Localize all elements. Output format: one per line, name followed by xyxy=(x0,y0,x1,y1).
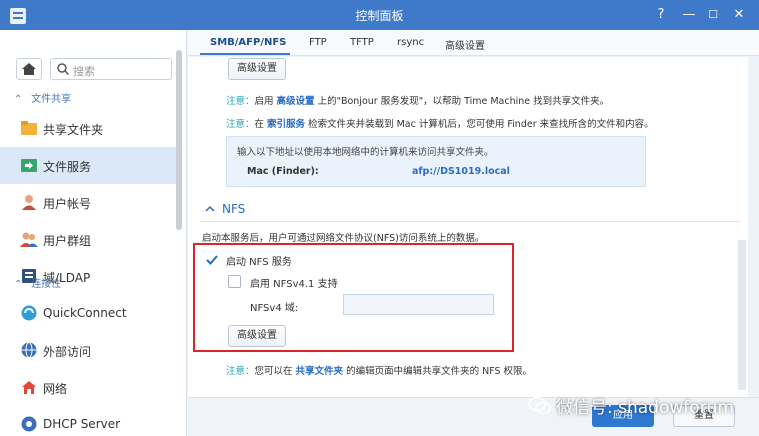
mac-finder-label: Mac (Finder): xyxy=(247,166,319,177)
dhcp-icon xyxy=(21,416,37,432)
active-tab-indicator xyxy=(200,53,290,55)
indexing-service-link[interactable]: 索引服务 xyxy=(267,119,305,130)
external-access-icon xyxy=(21,342,37,358)
tab-smb-afp-nfs[interactable]: SMB/AFP/NFS xyxy=(210,37,286,48)
quickconnect-icon xyxy=(21,305,37,321)
afp-note-bonjour: 注意：启用 高级设置 上的"Bonjour 服务发现"，以帮助 Time Mac… xyxy=(226,96,610,107)
tab-ftp[interactable]: FTP xyxy=(309,37,327,48)
group-file-sharing[interactable]: ⌃ 文件共享 xyxy=(14,90,71,105)
tab-tftp[interactable]: TFTP xyxy=(350,37,374,48)
sidebar-item-quickconnect[interactable]: QuickConnect xyxy=(0,295,176,332)
minimize-button[interactable]: — xyxy=(680,6,698,24)
close-button[interactable]: ✕ xyxy=(730,6,748,24)
sidebar-item-user[interactable]: 用户帐号 xyxy=(0,184,176,221)
group-connectivity[interactable]: ⌃ 连接性 xyxy=(14,275,61,290)
afp-advanced-button[interactable]: 高级设置 xyxy=(228,58,286,80)
enable-nfs-checkbox[interactable] xyxy=(205,253,218,266)
afp-address-hint: 输入以下地址以使用本地网络中的计算机来访问共享文件夹。 xyxy=(237,147,494,158)
search-icon xyxy=(57,63,70,76)
nfs-section-title: NFS xyxy=(222,202,246,216)
sidebar: 搜索 ⌃ 文件共享 共享文件夹 文件服务 用户帐号 用户群组 域/LDAP ⌃ … xyxy=(0,30,187,436)
sidebar-scrollbar[interactable] xyxy=(176,50,182,230)
mac-finder-address: afp://DS1019.local xyxy=(412,166,510,177)
title-bar: 控制面板 ? — ☐ ✕ xyxy=(0,0,759,30)
shared-folder-link[interactable]: 共享文件夹 xyxy=(296,366,344,377)
nfs-section-divider xyxy=(200,221,740,222)
wechat-icon xyxy=(528,396,551,415)
nfs-permission-note: 注意：您可以在 共享文件夹 的编辑页面中编辑共享文件夹的 NFS 权限。 xyxy=(226,366,533,377)
afp-note-indexing: 注意：在 索引服务 检索文件夹并装载到 Mac 计算机后，您可使用 Finder… xyxy=(226,119,654,130)
nfsv4-domain-label: NFSv4 域: xyxy=(250,303,299,314)
search-input[interactable]: 搜索 xyxy=(50,58,172,80)
checkmark-icon xyxy=(206,255,218,265)
sidebar-item-shared-folder[interactable]: 共享文件夹 xyxy=(0,110,176,147)
file-services-icon xyxy=(21,159,37,172)
sidebar-item-group[interactable]: 用户群组 xyxy=(0,221,176,258)
enable-nfsv41-label: 启用 NFSv4.1 支持 xyxy=(250,279,338,290)
content-scrollbar[interactable] xyxy=(738,240,746,390)
sidebar-item-network[interactable]: 网络 xyxy=(0,369,176,406)
advanced-settings-link[interactable]: 高级设置 xyxy=(277,96,315,107)
network-icon xyxy=(22,381,36,394)
sidebar-item-external-access[interactable]: 外部访问 xyxy=(0,332,176,369)
group-icon xyxy=(20,232,38,247)
user-icon xyxy=(22,195,36,210)
shared-folder-icon xyxy=(21,121,37,135)
enable-nfsv41-checkbox[interactable] xyxy=(228,275,241,288)
nfsv4-domain-input[interactable] xyxy=(343,294,494,315)
window-title: 控制面板 xyxy=(355,9,404,23)
chevron-up-icon[interactable] xyxy=(205,204,215,214)
nfs-advanced-button[interactable]: 高级设置 xyxy=(228,325,286,347)
search-placeholder: 搜索 xyxy=(73,65,95,78)
home-icon xyxy=(22,63,36,75)
nfs-description: 启动本服务后，用户可通过网络文件协议(NFS)访问系统上的数据。 xyxy=(202,233,485,244)
help-button[interactable]: ? xyxy=(652,6,670,24)
home-button[interactable] xyxy=(16,58,42,80)
enable-nfs-label: 启动 NFS 服务 xyxy=(226,257,292,268)
afp-address-box: 输入以下地址以使用本地网络中的计算机来访问共享文件夹。 Mac (Finder)… xyxy=(226,136,646,187)
sidebar-item-file-services[interactable]: 文件服务 xyxy=(0,147,176,184)
sidebar-item-dhcp-server[interactable]: DHCP Server xyxy=(0,406,176,436)
watermark-text: 微信号: shadowforum xyxy=(556,398,734,418)
tab-rsync[interactable]: rsync xyxy=(397,37,424,48)
tab-advanced[interactable]: 高级设置 xyxy=(445,37,485,52)
maximize-button[interactable]: ☐ xyxy=(704,6,722,24)
